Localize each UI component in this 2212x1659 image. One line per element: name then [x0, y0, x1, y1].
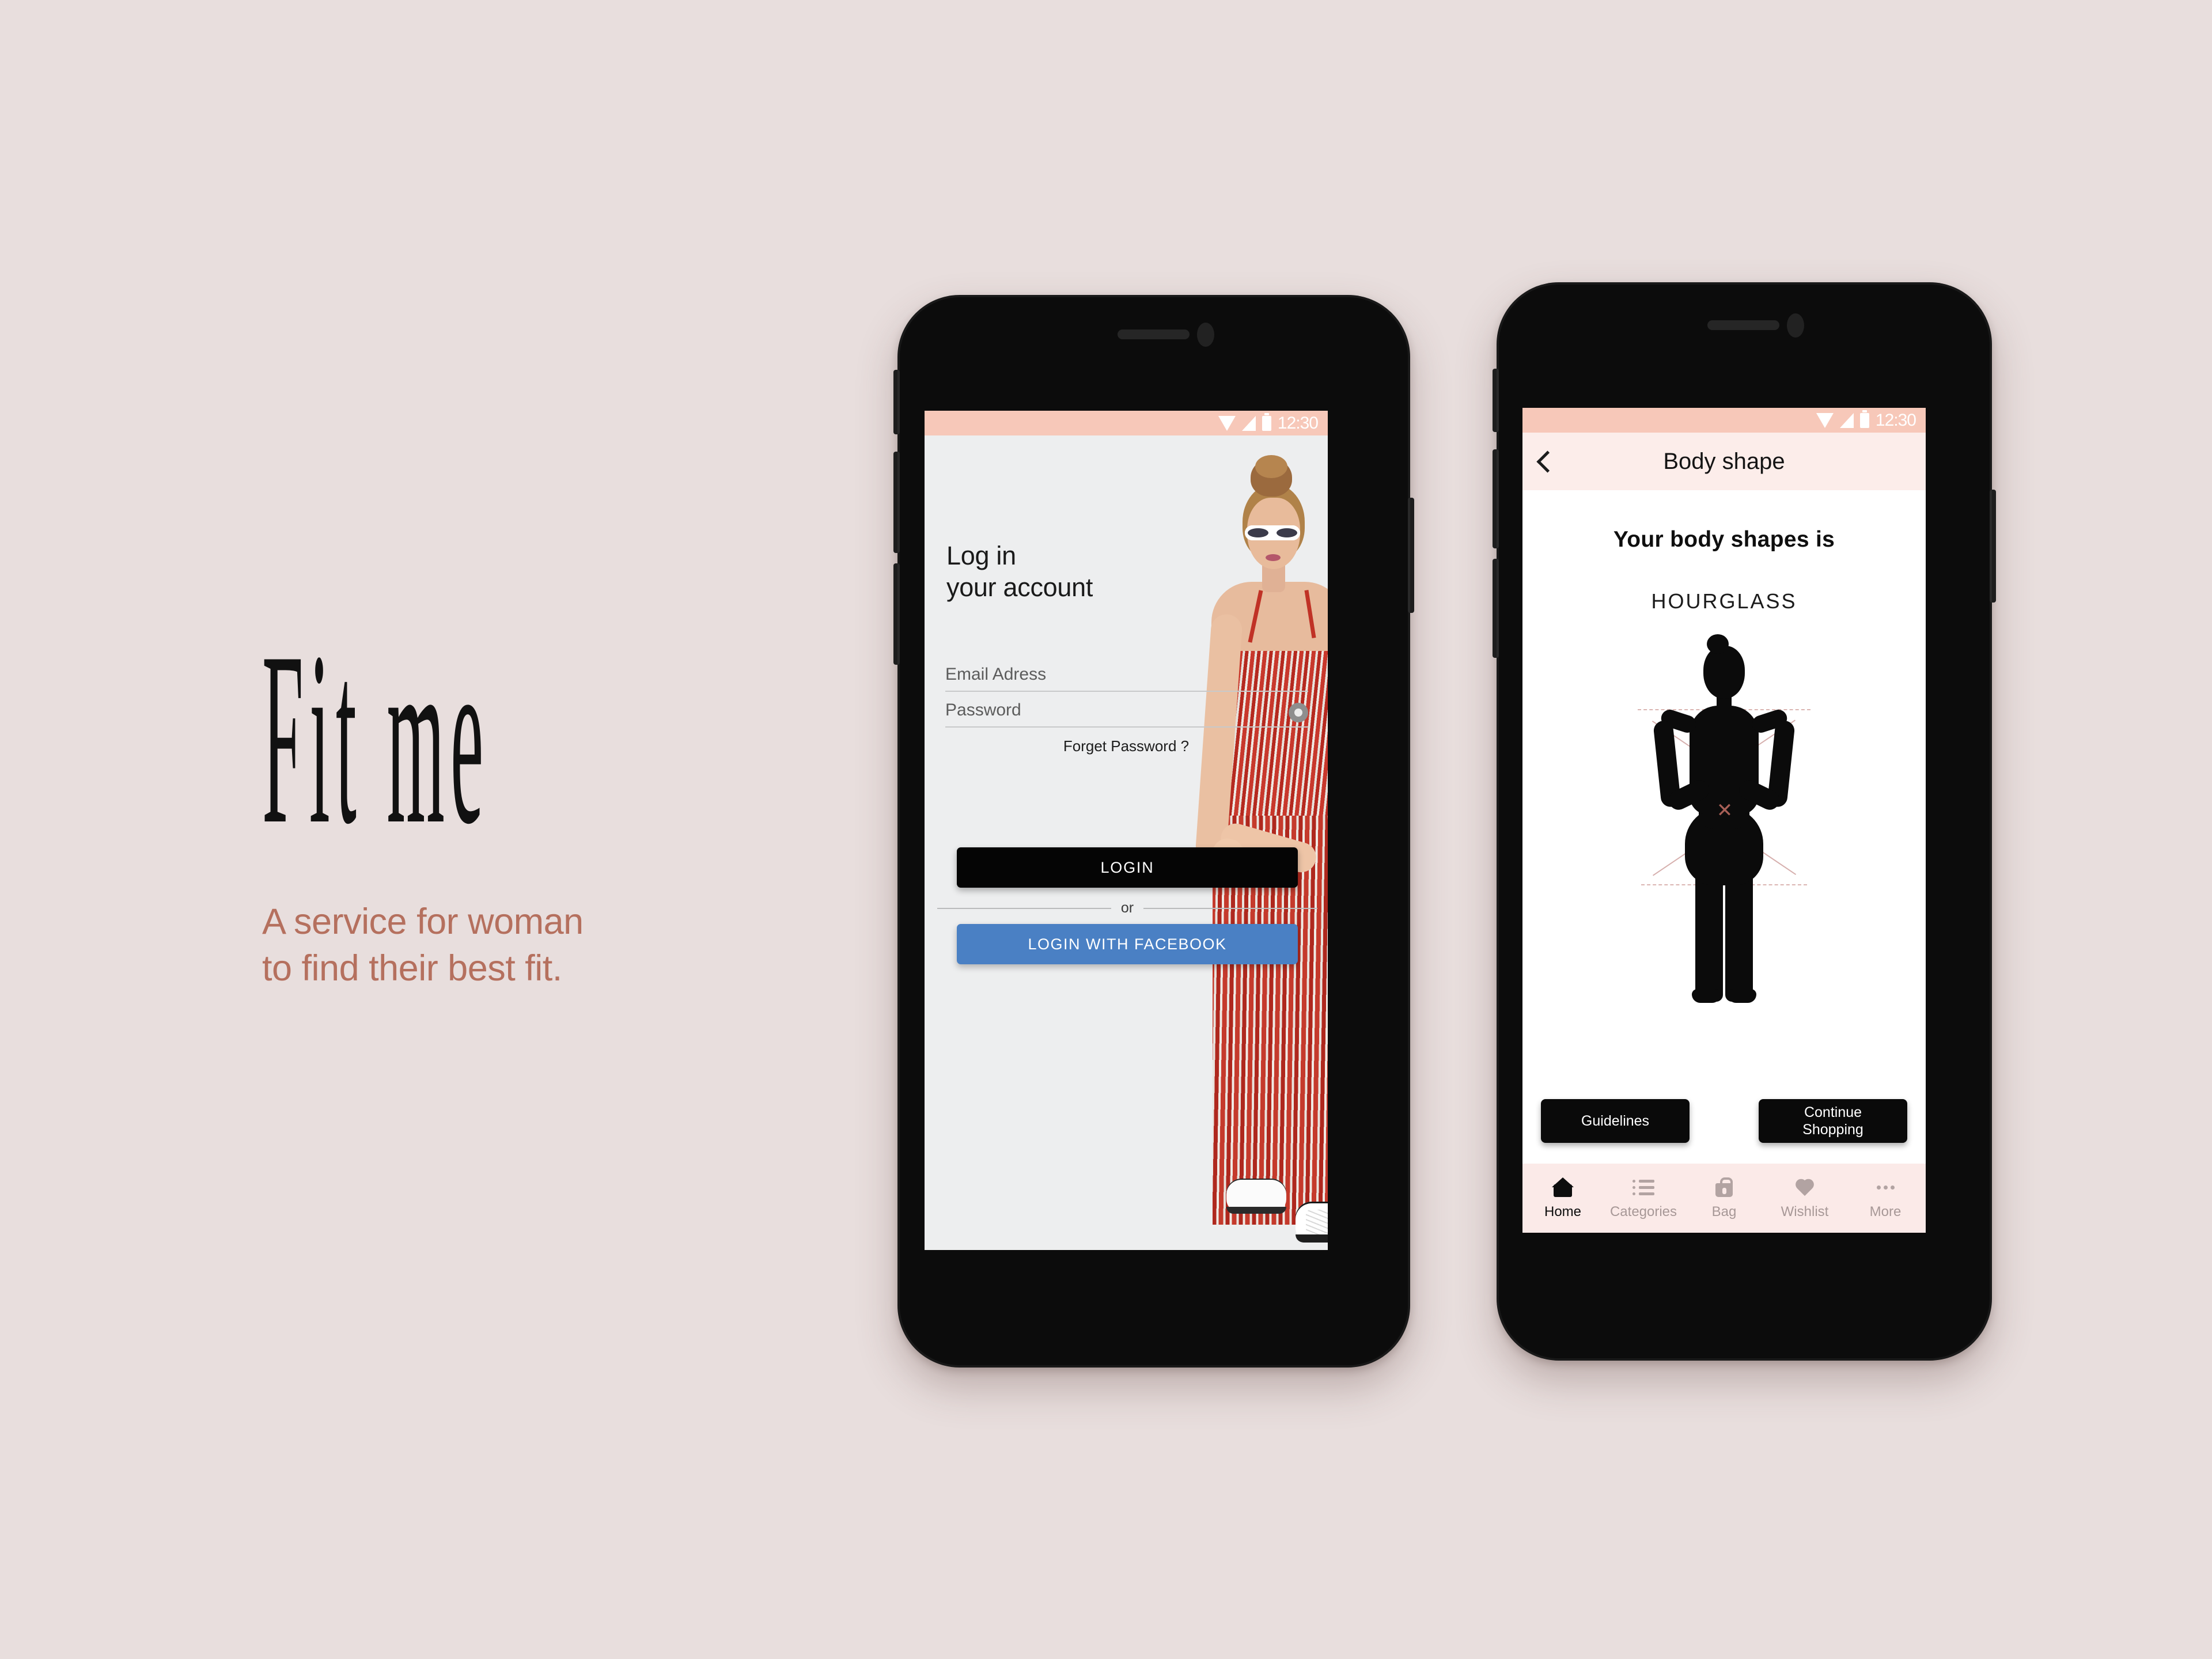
tab-bag[interactable]: Bag [1684, 1176, 1764, 1220]
body-shape-content: Your body shapes is HOURGLASS ✕ Guidelin… [1522, 490, 1926, 1164]
ellipsis-icon [1874, 1176, 1896, 1198]
app-bar: Body shape [1522, 433, 1926, 490]
side-button-mute[interactable] [1493, 369, 1499, 432]
silhouette-hair-bun [1707, 634, 1729, 654]
body-shape-screen: 12:30 Body shape Your body shapes is HOU… [1522, 408, 1926, 1233]
front-camera [1197, 323, 1214, 347]
battery-icon [1859, 410, 1869, 428]
tab-bag-label: Bag [1711, 1204, 1737, 1219]
result-lead-text: Your body shapes is [1613, 527, 1835, 552]
status-time: 12:30 [1277, 413, 1319, 433]
divider-line-left [937, 907, 1111, 909]
model-hair-bun-highlight [1255, 455, 1287, 478]
divider-line-right [1143, 907, 1318, 909]
silhouette-foot-right [1728, 989, 1756, 1003]
side-button-volume-down[interactable] [1493, 559, 1499, 658]
phone-mockup-body-shape: 12:30 Body shape Your body shapes is HOU… [1493, 282, 1996, 1361]
bottom-tab-bar: Home Categories Bag Wishlist More [1522, 1164, 1926, 1233]
earpiece-speaker [1118, 329, 1190, 339]
wifi-icon [1218, 415, 1236, 431]
email-placeholder: Email Adress [945, 665, 1047, 684]
tab-home[interactable]: Home [1522, 1176, 1603, 1220]
side-button-power[interactable] [1990, 490, 1996, 603]
login-button[interactable]: LOGIN [957, 847, 1298, 888]
tab-wishlist[interactable]: Wishlist [1764, 1176, 1845, 1220]
tab-wishlist-label: Wishlist [1781, 1204, 1829, 1219]
home-icon [1552, 1176, 1574, 1198]
signal-icon [1839, 412, 1854, 428]
silhouette-foot-left [1692, 989, 1721, 1003]
login-headline: Log in your account [946, 541, 1093, 602]
silhouette-head [1703, 646, 1745, 699]
tab-categories[interactable]: Categories [1603, 1176, 1684, 1220]
status-time: 12:30 [1875, 410, 1916, 430]
guidelines-button[interactable]: Guidelines [1541, 1099, 1690, 1143]
branding-block: Fit me A service for woman to find their… [262, 611, 838, 991]
status-bar-right: 12:30 [1522, 408, 1926, 433]
model-lips [1266, 554, 1281, 561]
login-body: Log in your account Email Adress Passwor… [925, 435, 1328, 1250]
body-shape-actions: Guidelines Continue Shopping [1522, 1099, 1926, 1143]
wifi-icon [1816, 412, 1834, 428]
signal-icon [1241, 415, 1256, 431]
side-button-mute[interactable] [893, 370, 900, 434]
page-title: Body shape [1663, 448, 1785, 474]
model-shoe-laces [1306, 1210, 1328, 1235]
side-button-volume-up[interactable] [893, 452, 900, 553]
earpiece-speaker [1707, 320, 1779, 330]
forget-password-link[interactable]: Forget Password ? [925, 737, 1328, 755]
email-field[interactable]: Email Adress [945, 665, 1308, 692]
tab-categories-label: Categories [1609, 1204, 1677, 1219]
battery-icon [1262, 412, 1271, 431]
phone-mockup-login: 12:30 Log in your account Email Adress P… [893, 295, 1414, 1368]
tab-more-label: More [1869, 1204, 1902, 1219]
waist-cross-marker: ✕ [1716, 800, 1733, 821]
side-button-volume-up[interactable] [1493, 449, 1499, 548]
sunglasses-icon [1245, 525, 1300, 540]
result-shape-name: HOURGLASS [1651, 589, 1797, 613]
login-screen: 12:30 Log in your account Email Adress P… [925, 411, 1328, 1250]
divider-label: or [1120, 900, 1134, 916]
password-field[interactable]: Password [945, 700, 1308, 728]
body-silhouette-illustration: ✕ [1632, 634, 1816, 1003]
heart-icon [1794, 1176, 1816, 1198]
tagline: A service for woman to find their best f… [262, 902, 584, 988]
tab-home-label: Home [1544, 1204, 1582, 1219]
logo-wrapper: Fit me [262, 601, 838, 876]
continue-shopping-button[interactable]: Continue Shopping [1759, 1099, 1907, 1143]
list-icon [1633, 1176, 1654, 1198]
status-bar-left: 12:30 [925, 411, 1328, 435]
divider-row: or [937, 900, 1318, 916]
model-shoe-right-sole [1296, 1234, 1328, 1243]
model-shoe-left-sole [1226, 1207, 1286, 1214]
tab-more[interactable]: More [1845, 1176, 1926, 1220]
front-camera [1787, 313, 1804, 338]
password-placeholder: Password [945, 700, 1021, 719]
facebook-login-button[interactable]: LOGIN WITH FACEBOOK [957, 924, 1298, 964]
eye-icon[interactable] [1289, 703, 1308, 722]
app-logo: Fit me [262, 601, 490, 876]
side-button-volume-down[interactable] [893, 563, 900, 665]
side-button-power[interactable] [1408, 498, 1414, 613]
bag-icon [1713, 1176, 1735, 1198]
